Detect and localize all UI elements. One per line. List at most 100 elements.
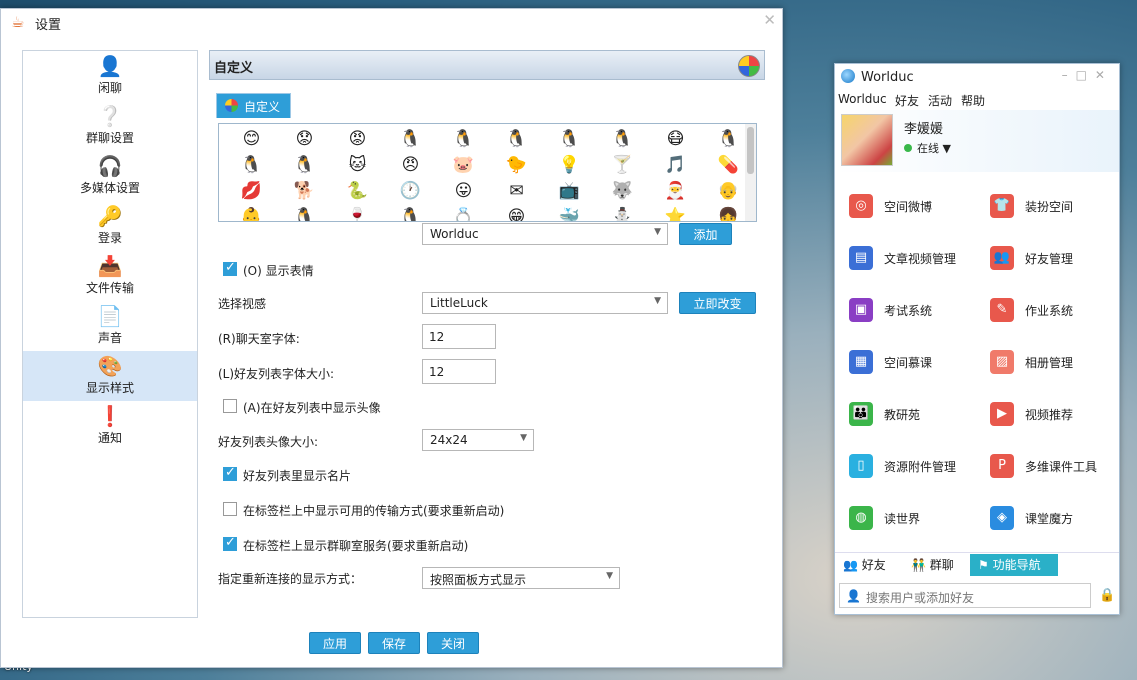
emoticon[interactable]: 🎅 (649, 180, 702, 206)
friends-icon: 👥 (843, 558, 858, 572)
feature-courseware[interactable]: P 多维课件工具 (976, 452, 1106, 482)
avatar-size-select[interactable]: 24x24 ▼ (422, 429, 534, 451)
lock-icon[interactable]: 🔒 (1099, 588, 1115, 603)
emoticon[interactable]: 💡 (543, 154, 596, 180)
emoticon[interactable]: 🐷 (437, 154, 490, 180)
feature-video-recommend[interactable]: ▶ 视频推荐 (976, 400, 1106, 430)
emoticon[interactable]: 🐺 (596, 180, 649, 206)
emoticon[interactable]: 😠 (384, 154, 437, 180)
tab-group-chat[interactable]: 👬 群聊 (903, 554, 969, 576)
emoticon[interactable]: 🐧 (543, 128, 596, 154)
tab-label: 功能导航 (992, 558, 1041, 572)
nav-item-group[interactable]: ❔ 群聊设置 (23, 101, 197, 151)
close-button[interactable]: 关闭 (427, 632, 479, 654)
visual-select[interactable]: LittleLuck ▼ (422, 292, 668, 314)
feature-label: 读世界 (884, 512, 921, 526)
apply-visual-button[interactable]: 立即改变 (679, 292, 756, 314)
tab-friends[interactable]: 👥 好友 (835, 554, 901, 576)
menu-activity[interactable]: 活动 (928, 92, 952, 109)
feature-dress-space[interactable]: 👕 装扮空间 (976, 192, 1106, 222)
chat-font-input[interactable]: 12 (422, 324, 496, 349)
menu-help[interactable]: 帮助 (961, 92, 985, 109)
file-transfer-icon: 📥 (97, 254, 123, 278)
friend-font-input[interactable]: 12 (422, 359, 496, 384)
feature-read-world[interactable]: ◍ 读世界 (835, 504, 965, 534)
emoticon[interactable]: 🐧 (225, 154, 278, 180)
search-input[interactable]: 👤 搜索用户或添加好友 (839, 583, 1091, 608)
user-status[interactable]: 在线 ▼ (904, 140, 951, 156)
emoticon[interactable]: 📺 (543, 180, 596, 206)
nav-label: 文件传输 (85, 281, 134, 295)
menu-friends[interactable]: 好友 (895, 92, 919, 109)
feature-classroom-cube[interactable]: ◈ 课堂魔方 (976, 504, 1106, 534)
emoticon[interactable]: 💋 (225, 180, 278, 206)
menu-worlduc[interactable]: Worlduc (838, 92, 887, 106)
feature-album[interactable]: ▨ 相册管理 (976, 348, 1106, 378)
show-emoticons-checkbox[interactable] (223, 260, 237, 276)
save-button[interactable]: 保存 (368, 632, 420, 654)
feature-attachments[interactable]: ▯ 资源附件管理 (835, 452, 965, 482)
emoticon[interactable]: 😊 (225, 128, 278, 154)
emoticon[interactable]: 🐧 (490, 128, 543, 154)
nav-item-display-style[interactable]: 🎨 显示样式 (23, 351, 197, 401)
feature-weibo[interactable]: ◎ 空间微博 (835, 192, 965, 222)
feature-research[interactable]: 👪 教研苑 (835, 400, 965, 430)
emoticon[interactable]: 🐧 (437, 128, 490, 154)
emoticon[interactable]: 🐧 (278, 206, 331, 221)
emoticon[interactable]: 🐱 (331, 154, 384, 180)
emoticon[interactable]: 😷 (649, 128, 702, 154)
emoticon[interactable]: 👶 (225, 206, 278, 221)
window-controls[interactable]: –□✕ (1062, 68, 1113, 82)
nav-item-notify[interactable]: ❗ 通知 (23, 401, 197, 451)
nav-item-media[interactable]: 🎧 多媒体设置 (23, 151, 197, 201)
emoticon[interactable]: ⭐ (649, 206, 702, 221)
scrollbar-thumb[interactable] (747, 127, 754, 174)
reconnect-select[interactable]: 按照面板方式显示 ▼ (422, 567, 620, 589)
emoticon[interactable]: 🐳 (543, 206, 596, 221)
key-icon: 🔑 (97, 204, 123, 228)
nav-item-sound[interactable]: 📄 声音 (23, 301, 197, 351)
emoticon[interactable]: 🕐 (384, 180, 437, 206)
friend-font-label: (L)好友列表字体大小: (218, 367, 335, 381)
tab-custom[interactable]: 自定义 (216, 93, 291, 118)
emoticon[interactable]: 🐧 (384, 206, 437, 221)
apply-button[interactable]: 应用 (309, 632, 361, 654)
chevron-down-icon: ▼ (520, 433, 527, 443)
add-button[interactable]: 添加 (679, 223, 732, 245)
show-card-checkbox[interactable] (223, 465, 237, 481)
emoticon[interactable]: 💍 (437, 206, 490, 221)
tab-function-nav[interactable]: ⚑ 功能导航 (970, 554, 1058, 576)
emoticon-panel[interactable]: 😊 😟 😡 🐧 🐧 🐧 🐧 🐧 😷 🐧 🐧 🐧 🐱 😠 🐷 🐤 💡 🍸 🎵 💊 💋 🐕 🐍 🕐 😛 ✉ 📺 🐺 🎅 👴 👶 🐧 🍷 🐧 💍 😁 🐳… (218, 123, 757, 222)
emoticon[interactable]: 🐧 (384, 128, 437, 154)
emoticon-scrollbar[interactable] (745, 124, 756, 221)
nav-item-login[interactable]: 🔑 登录 (23, 201, 197, 251)
emoticon[interactable]: 😛 (437, 180, 490, 206)
emoticon[interactable]: 🐧 (596, 128, 649, 154)
emoticon[interactable]: 😡 (331, 128, 384, 154)
input-value: 12 (429, 365, 445, 379)
avatar[interactable] (841, 114, 893, 166)
show-avatar-checkbox[interactable] (223, 399, 237, 413)
emoticon[interactable]: 🎵 (649, 154, 702, 180)
show-group-service-checkbox[interactable] (223, 535, 237, 551)
feature-friend-manage[interactable]: 👥 好友管理 (976, 244, 1106, 274)
emoticon[interactable]: 😟 (278, 128, 331, 154)
feature-article-video[interactable]: ▤ 文章视频管理 (835, 244, 965, 274)
emoticon[interactable]: 🐤 (490, 154, 543, 180)
nav-item-file-transfer[interactable]: 📥 文件传输 (23, 251, 197, 301)
feature-homework[interactable]: ✎ 作业系统 (976, 296, 1106, 326)
emoticon-set-select[interactable]: Worlduc ▼ (422, 223, 668, 245)
feature-exam[interactable]: ▣ 考试系统 (835, 296, 965, 326)
emoticon[interactable]: 🐧 (278, 154, 331, 180)
emoticon[interactable]: ⛄ (596, 206, 649, 221)
emoticon[interactable]: 🍸 (596, 154, 649, 180)
emoticon[interactable]: 🍷 (331, 206, 384, 221)
close-icon[interactable]: ✕ (763, 11, 776, 29)
show-transfer-checkbox[interactable] (223, 502, 237, 516)
emoticon[interactable]: 🐕 (278, 180, 331, 206)
feature-mooc[interactable]: ▦ 空间慕课 (835, 348, 965, 378)
emoticon[interactable]: ✉ (490, 180, 543, 206)
emoticon[interactable]: 🐍 (331, 180, 384, 206)
nav-item-chat[interactable]: 👤 闲聊 (23, 51, 197, 101)
emoticon[interactable]: 😁 (490, 206, 543, 221)
